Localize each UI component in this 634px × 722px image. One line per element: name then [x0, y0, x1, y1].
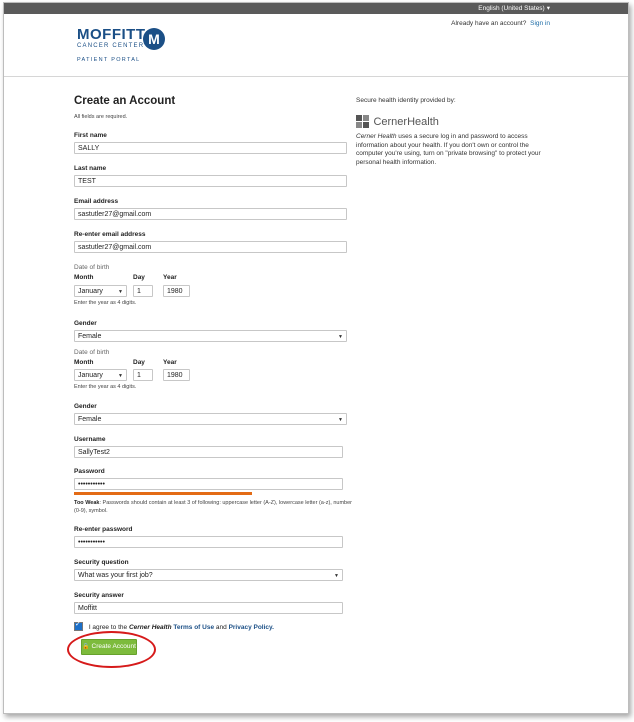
security-question-label: Security question [74, 559, 129, 566]
account-prompt: Already have an account? Sign in [451, 20, 550, 27]
chevron-down-icon: ▼ [334, 573, 339, 579]
email-confirm-field[interactable]: sastutler27@gmail.com [74, 241, 347, 253]
gender-value: Female [78, 333, 102, 340]
logo-name: MOFFITT [77, 26, 146, 43]
logo-subtitle: CANCER CENTER [77, 43, 145, 49]
security-question-select[interactable]: What was your first job? ▼ [74, 569, 343, 581]
dob-year-field[interactable]: 1980 [163, 285, 190, 297]
gender-select-2[interactable]: Female ▼ [74, 413, 347, 425]
email-confirm-label: Re-enter email address [74, 231, 146, 238]
password-strength-label: Too Weak [74, 500, 100, 506]
password-confirm-field[interactable]: ••••••••••• [74, 536, 343, 548]
dob-year-label-2: Year [163, 359, 177, 366]
browser-window: English (United States) ▾ Already have an… [3, 2, 629, 714]
agree-and: and [215, 624, 227, 632]
dob-day-field-2[interactable]: 1 [133, 369, 153, 381]
username-field[interactable]: SallyTest2 [74, 446, 343, 458]
identity-provider-note: Secure health identity provided by: [356, 97, 456, 104]
cerner-description: Cerner Health uses a secure log in and p… [356, 133, 551, 167]
language-selector[interactable]: English (United States) ▾ [478, 4, 550, 13]
dob-day-label-2: Day [133, 359, 145, 366]
password-field[interactable]: ••••••••••• [74, 478, 343, 490]
dob-month-label-2: Month [74, 359, 94, 366]
security-answer-label: Security answer [74, 592, 124, 599]
dob-year-label: Year [163, 274, 177, 281]
password-strength-message: Too Weak: Passwords should contain at le… [74, 500, 352, 514]
dob-month-value-2: January [78, 372, 103, 379]
security-question-value: What was your first job? [78, 572, 153, 579]
dob-year-field-2[interactable]: 1980 [163, 369, 190, 381]
gender-label-2: Gender [74, 403, 97, 410]
password-strength-text: Passwords should contain at least 3 of f… [74, 500, 352, 514]
account-prompt-text: Already have an account? [451, 20, 527, 27]
dob-month-select-2[interactable]: January ▼ [74, 369, 127, 381]
chevron-down-icon: ▼ [118, 289, 123, 295]
security-answer-field[interactable]: Moffitt [74, 602, 343, 614]
dob-year-hint-2: Enter the year as 4 digits. [74, 384, 137, 390]
email-label: Email address [74, 198, 119, 205]
password-label: Password [74, 468, 105, 475]
cerner-logo-text: CernerHealth [373, 115, 439, 128]
chevron-down-icon: ▼ [338, 334, 343, 340]
gender-label: Gender [74, 320, 97, 327]
password-strength-bar [74, 492, 252, 495]
agree-checkbox[interactable] [74, 620, 83, 631]
cerner-health-logo: CernerHealth [356, 113, 439, 131]
gender-select[interactable]: Female ▼ [74, 330, 347, 342]
language-label: English (United States) [478, 5, 545, 12]
dob-year-hint: Enter the year as 4 digits. [74, 300, 137, 306]
privacy-link[interactable]: Privacy Policy. [229, 624, 274, 631]
first-name-label: First name [74, 132, 107, 139]
logo-mark-icon: M [143, 28, 165, 50]
header-divider [4, 76, 628, 77]
dob-section-label: Date of birth [74, 264, 110, 271]
password-confirm-label: Re-enter password [74, 526, 133, 533]
page-title: Create an Account [74, 95, 176, 107]
dob-section-label-2: Date of birth [74, 349, 110, 356]
username-label: Username [74, 436, 106, 443]
dob-day-label: Day [133, 274, 145, 281]
last-name-label: Last name [74, 165, 107, 172]
gender-value-2: Female [78, 416, 102, 423]
sign-in-link[interactable]: Sign in [530, 20, 550, 27]
agree-brand: Cerner Health [128, 624, 172, 632]
cerner-description-brand: Cerner Health [356, 133, 397, 140]
chevron-down-icon: ▾ [546, 5, 550, 12]
logo-portal: PATIENT PORTAL [77, 57, 141, 63]
chevron-down-icon: ▼ [118, 373, 123, 379]
dob-month-select[interactable]: January ▼ [74, 285, 127, 297]
cerner-logo-icon [356, 115, 369, 129]
dob-month-value: January [78, 288, 103, 295]
highlight-annotation [67, 631, 156, 668]
first-name-field[interactable]: SALLY [74, 142, 347, 154]
dob-month-label: Month [74, 274, 94, 281]
terms-link[interactable]: Terms of Use [173, 624, 214, 631]
dob-day-field[interactable]: 1 [133, 285, 153, 297]
moffitt-logo: MOFFITT M CANCER CENTER PATIENT PORTAL [77, 26, 165, 63]
top-bar: English (United States) ▾ [4, 3, 628, 14]
chevron-down-icon: ▼ [338, 417, 343, 423]
required-note: All fields are required. [74, 114, 128, 120]
last-name-field[interactable]: TEST [74, 175, 347, 187]
email-field[interactable]: sastutler27@gmail.com [74, 208, 347, 220]
